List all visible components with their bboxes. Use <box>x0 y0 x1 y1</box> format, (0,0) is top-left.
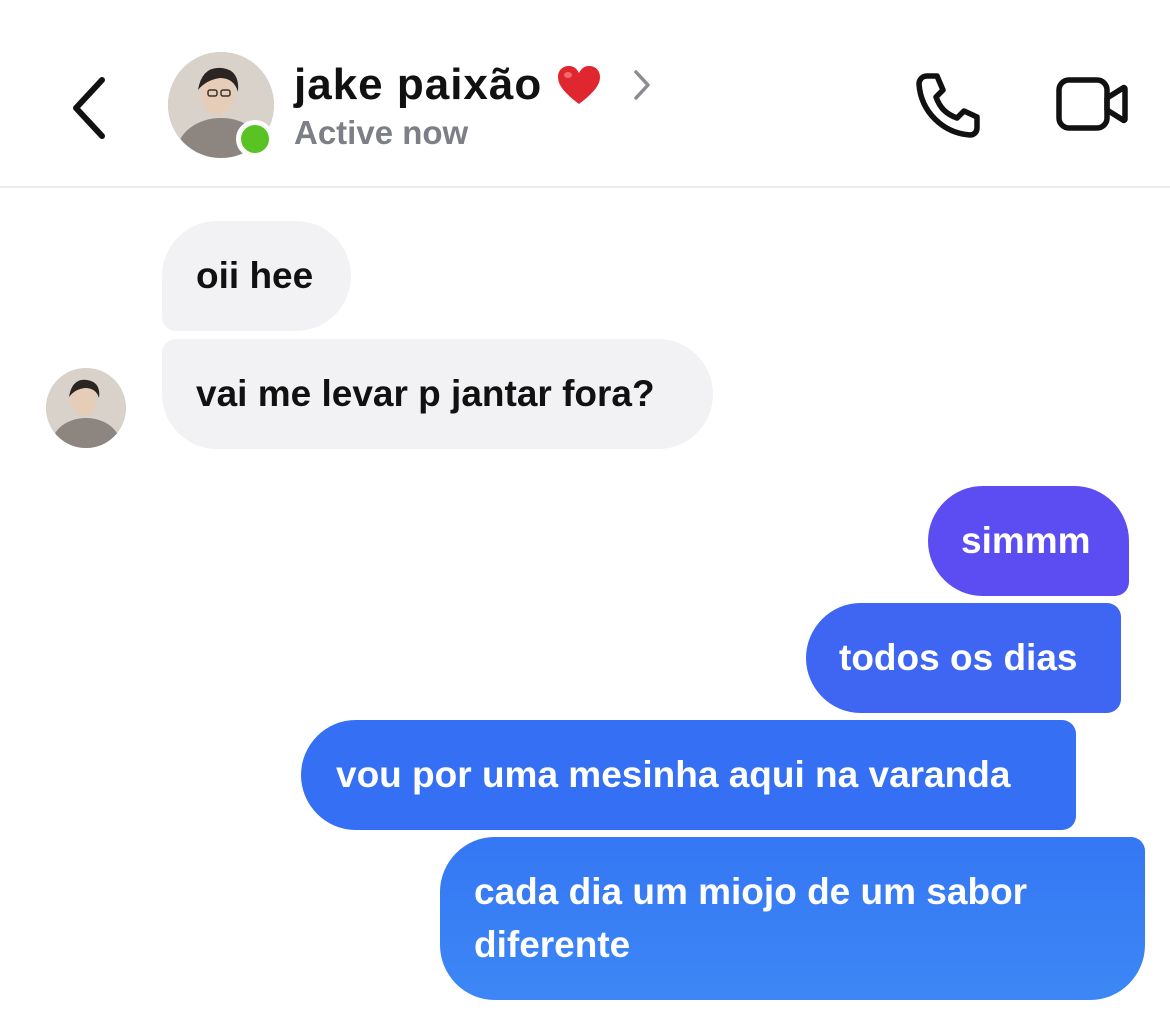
online-indicator <box>236 120 274 158</box>
message-bubble-outgoing[interactable]: cada dia um miojo de um sabor diferente <box>440 837 1145 1000</box>
contact-info-button[interactable]: jake paixão Active now <box>294 58 652 152</box>
chevron-right-icon <box>634 70 651 100</box>
contact-name: jake paixão <box>294 60 543 109</box>
back-button[interactable] <box>60 68 120 148</box>
message-bubble-outgoing[interactable]: todos os dias <box>806 603 1122 713</box>
message-bubble-incoming[interactable]: vai me levar p jantar fora? <box>162 339 713 449</box>
chat-screen: jake paixão Active now oii hee vai me le… <box>0 0 1170 1011</box>
message-bubble-incoming[interactable]: oii hee <box>162 221 352 331</box>
sender-avatar[interactable] <box>46 368 126 448</box>
contact-avatar[interactable] <box>168 52 274 158</box>
chat-header: jake paixão Active now <box>0 0 1170 188</box>
message-bubble-outgoing[interactable]: vou por uma mesinha aqui na varanda <box>301 720 1077 830</box>
message-bubble-outgoing[interactable]: simmm <box>928 486 1129 596</box>
video-camera-icon[interactable] <box>1055 74 1129 134</box>
active-status: Active now <box>294 114 469 151</box>
red-heart-emoji-icon <box>558 66 601 104</box>
phone-icon[interactable] <box>913 70 981 140</box>
